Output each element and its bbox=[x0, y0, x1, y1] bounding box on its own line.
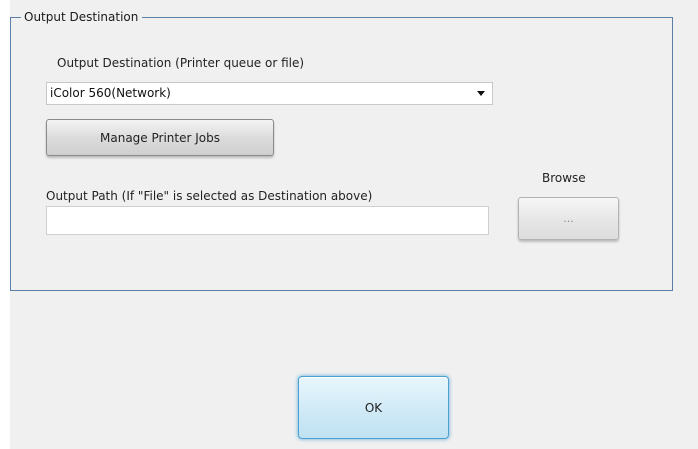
ok-button[interactable]: OK bbox=[298, 376, 449, 439]
browse-label: Browse bbox=[542, 171, 586, 185]
group-title: Output Destination bbox=[21, 9, 143, 25]
selected-printer: iColor 560(Network) bbox=[50, 86, 171, 100]
browse-button[interactable]: ... bbox=[518, 197, 619, 240]
manage-printer-jobs-button[interactable]: Manage Printer Jobs bbox=[46, 119, 274, 156]
output-path-input[interactable] bbox=[46, 206, 489, 235]
dropdown-arrow-icon bbox=[477, 91, 485, 96]
output-destination-label: Output Destination (Printer queue or fil… bbox=[57, 56, 305, 70]
output-destination-select[interactable]: iColor 560(Network) bbox=[46, 82, 493, 105]
output-path-label: Output Path (If "File" is selected as De… bbox=[46, 189, 373, 203]
